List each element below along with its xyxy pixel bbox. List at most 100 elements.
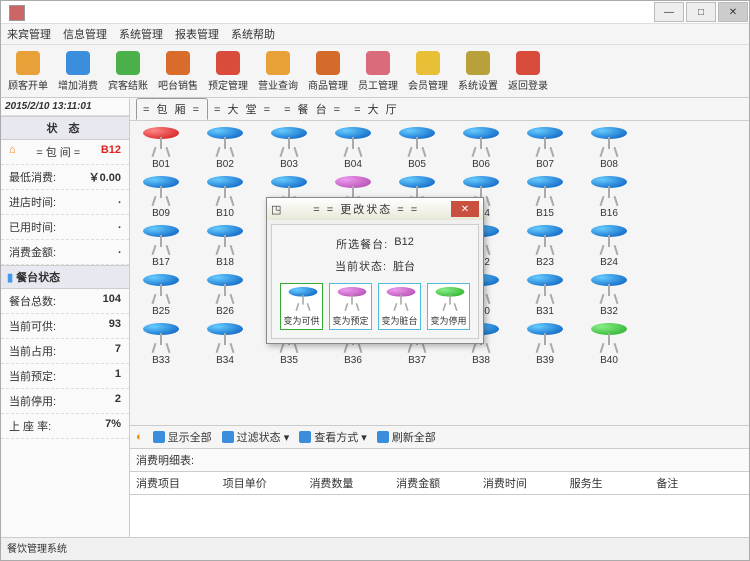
column-header[interactable]: 备注 [656, 475, 743, 491]
toolbar-button[interactable]: 宾客结账 [107, 51, 149, 92]
toolbar-button[interactable]: 员工管理 [357, 51, 399, 92]
table-cell[interactable]: B03 [266, 127, 312, 170]
table-cell[interactable]: B02 [202, 127, 248, 170]
dialog-title: = = 更改状态 = = [281, 201, 451, 217]
stool-icon [207, 225, 243, 255]
table-cell[interactable]: B16 [586, 176, 632, 219]
table-cell[interactable]: B34 [202, 323, 248, 366]
menubar: 来宾管理信息管理系统管理报表管理系统帮助 [1, 24, 749, 45]
menu-item[interactable]: 系统管理 [119, 26, 163, 42]
table-cell[interactable]: B10 [202, 176, 248, 219]
table-cell[interactable]: B15 [522, 176, 568, 219]
toolbar-button[interactable]: 顾客开单 [7, 51, 49, 92]
room-label: = 包 间 = [36, 144, 80, 160]
table-cell[interactable]: B09 [138, 176, 184, 219]
detail-header: 消费明细表: [130, 448, 749, 472]
toolbar-icon [266, 51, 290, 75]
menu-item[interactable]: 来宾管理 [7, 26, 51, 42]
column-header[interactable]: 消费时间 [483, 475, 570, 491]
toolbar-icon [366, 51, 390, 75]
column-header[interactable]: 服务生 [570, 475, 657, 491]
toolbar-icon [216, 51, 240, 75]
info-row: 进店时间:. [1, 190, 129, 215]
table-cell[interactable]: B06 [458, 127, 504, 170]
toolbar-label: 宾客结账 [108, 77, 148, 92]
table-cell[interactable]: B25 [138, 274, 184, 317]
table-cell[interactable]: B17 [138, 225, 184, 268]
close-button[interactable]: ✕ [718, 2, 748, 22]
toolbar-label: 会员管理 [408, 77, 448, 92]
table-cell[interactable]: B40 [586, 323, 632, 366]
table-cell[interactable]: B33 [138, 323, 184, 366]
grid-toolbar-button[interactable]: 刷新全部 [377, 429, 436, 445]
tab[interactable]: = 大 厅 [348, 99, 405, 119]
stool-icon [591, 225, 627, 255]
tab[interactable]: = 餐 台 = [278, 99, 348, 119]
dialog-close-button[interactable]: ✕ [451, 201, 479, 217]
stool-icon [143, 323, 179, 353]
table-label: B08 [600, 159, 618, 170]
column-header[interactable]: 消费金额 [396, 475, 483, 491]
table-cell[interactable]: B18 [202, 225, 248, 268]
left-panel: 2015/2/10 13:11:01 状 态 ⌂ = 包 间 = B12 最低消… [1, 98, 130, 537]
table-cell[interactable]: B07 [522, 127, 568, 170]
table-label: B02 [216, 159, 234, 170]
table-label: B10 [216, 208, 234, 219]
table-cell[interactable]: B32 [586, 274, 632, 317]
table-cell[interactable]: B04 [330, 127, 376, 170]
table-label: B32 [600, 306, 618, 317]
column-header[interactable]: 消费项目 [136, 475, 223, 491]
dialog-titlebar[interactable]: ◳ = = 更改状态 = = ✕ [267, 198, 483, 220]
stool-icon [143, 225, 179, 255]
tab[interactable]: = 包 厢 = [136, 98, 208, 120]
dialog-action-button[interactable]: 变为预定 [329, 283, 372, 330]
table-status-header: ▮ 餐台状态 [1, 265, 129, 289]
nav-icon[interactable]: ◐ [136, 431, 143, 443]
table-cell[interactable]: B23 [522, 225, 568, 268]
menu-item[interactable]: 信息管理 [63, 26, 107, 42]
toolbar-button[interactable]: 增加消费 [57, 51, 99, 92]
house-icon: ⌂ [9, 144, 16, 160]
table-label: B40 [600, 355, 618, 366]
menu-item[interactable]: 系统帮助 [231, 26, 275, 42]
dialog-action-button[interactable]: 变为停用 [427, 283, 470, 330]
stool-icon [207, 274, 243, 304]
table-cell[interactable]: B31 [522, 274, 568, 317]
toolbar-label: 预定管理 [208, 77, 248, 92]
toolbar-button[interactable]: 商品管理 [307, 51, 349, 92]
grid-toolbar-button[interactable]: 过滤状态 ▾ [222, 429, 290, 445]
column-header[interactable]: 项目单价 [223, 475, 310, 491]
toolbar-button[interactable]: 营业查询 [257, 51, 299, 92]
toolbar-button[interactable]: 吧台销售 [157, 51, 199, 92]
toolbar-button[interactable]: 系统设置 [457, 51, 499, 92]
titlebar: — □ ✕ [1, 1, 749, 24]
toolbar-button[interactable]: 会员管理 [407, 51, 449, 92]
table-cell[interactable]: B24 [586, 225, 632, 268]
stool-icon [337, 287, 366, 311]
stool-icon [591, 323, 627, 353]
maximize-button[interactable]: □ [686, 2, 716, 22]
stat-row: 上 座 率:7% [1, 414, 129, 439]
dialog-action-button[interactable]: 变为可供 [280, 283, 323, 330]
table-cell[interactable]: B01 [138, 127, 184, 170]
table-cell[interactable]: B26 [202, 274, 248, 317]
minimize-button[interactable]: — [654, 2, 684, 22]
grid-toolbar-button[interactable]: 显示全部 [153, 429, 212, 445]
stool-icon [207, 323, 243, 353]
menu-item[interactable]: 报表管理 [175, 26, 219, 42]
detail-body [130, 495, 749, 537]
column-header[interactable]: 消费数量 [309, 475, 396, 491]
room-tabs: = 包 厢 == 大 堂 == 餐 台 == 大 厅 [130, 98, 749, 121]
table-label: B01 [152, 159, 170, 170]
dialog-action-button[interactable]: 变为脏台 [378, 283, 421, 330]
stool-icon [527, 176, 563, 206]
toolbar-button[interactable]: 返回登录 [507, 51, 549, 92]
table-cell[interactable]: B05 [394, 127, 440, 170]
table-cell[interactable]: B08 [586, 127, 632, 170]
toolbar-button[interactable]: 预定管理 [207, 51, 249, 92]
table-cell[interactable]: B39 [522, 323, 568, 366]
tab[interactable]: = 大 堂 = [208, 99, 278, 119]
toolbar-label: 员工管理 [358, 77, 398, 92]
dialog-body: 所选餐台:B12当前状态:脏台 变为可供变为预定变为脏台变为停用 [271, 224, 479, 339]
grid-toolbar-button[interactable]: 查看方式 ▾ [299, 429, 367, 445]
